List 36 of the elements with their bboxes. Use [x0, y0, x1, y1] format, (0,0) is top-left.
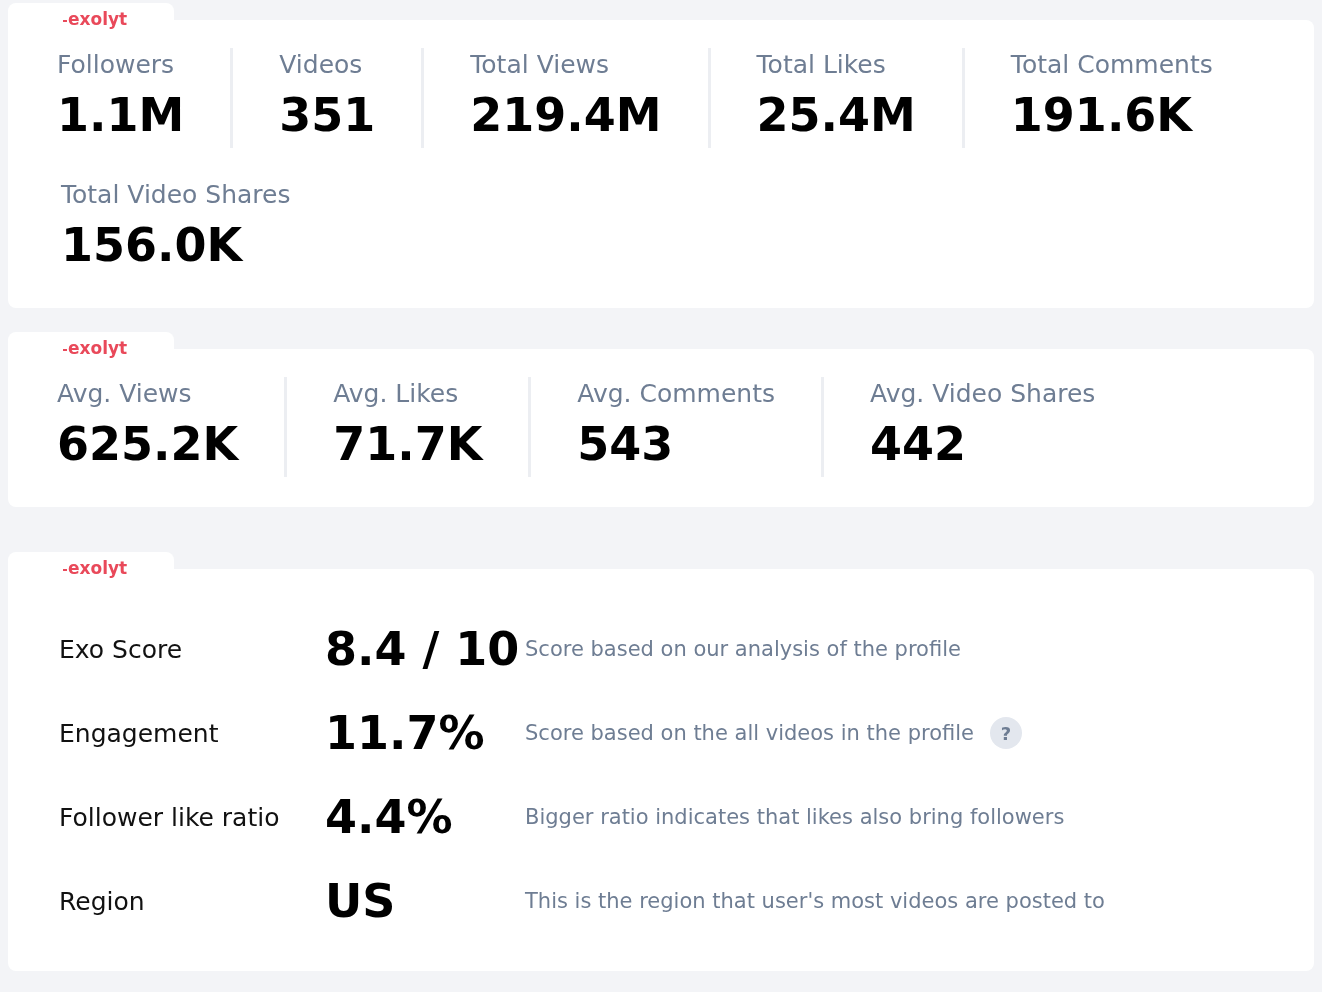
metric-value: 8.4 / 10 — [325, 622, 521, 676]
logo: exolyt — [63, 9, 128, 29]
stat-label: Avg. Views — [57, 378, 193, 410]
metric-description: Bigger ratio indicates that likes also bring followers — [525, 805, 1065, 829]
metric-description: Score based on the all videos in the profile — [525, 721, 974, 745]
stat-label: Total Video Shares — [61, 179, 291, 211]
stat-value: 625.2K — [57, 416, 239, 473]
stat-value: 219.4M — [470, 87, 662, 144]
stat-value: 71.7K — [333, 416, 483, 473]
metric-label: Exo Score — [59, 634, 184, 664]
metric-label: Follower like ratio — [59, 802, 281, 832]
stat-label: Total Views — [470, 49, 610, 81]
stat-label: Videos — [279, 49, 364, 81]
stat-value: 1.1M — [57, 87, 185, 144]
stat-label: Total Likes — [756, 49, 887, 81]
stat-value: 156.0K — [61, 217, 244, 274]
stat-value: 351 — [279, 87, 376, 144]
stat-value: 442 — [870, 416, 968, 473]
logo: exolyt — [63, 338, 128, 358]
stat-value: 191.6K — [1010, 87, 1194, 144]
stat-label: Avg. Video Shares — [870, 378, 1096, 410]
stat-label: Followers — [57, 49, 176, 81]
metric-value: 4.4% — [325, 790, 454, 844]
help-icon[interactable]: ? — [990, 717, 1022, 749]
stat-label: Total Comments — [1010, 49, 1213, 81]
metric-value: 11.7% — [325, 706, 486, 760]
metric-label: Region — [59, 886, 146, 916]
metric-description: Score based on our analysis of the profile — [525, 637, 961, 661]
stat-label: Avg. Likes — [333, 378, 460, 410]
stat-value: 25.4M — [756, 87, 916, 144]
metric-value: US — [325, 874, 397, 928]
logo: exolyt — [63, 558, 128, 578]
metric-label: Engagement — [59, 718, 220, 748]
stat-value: 543 — [577, 416, 675, 473]
metric-description: This is the region that user's most videos are posted to — [525, 889, 1105, 913]
stat-label: Avg. Comments — [577, 378, 775, 410]
